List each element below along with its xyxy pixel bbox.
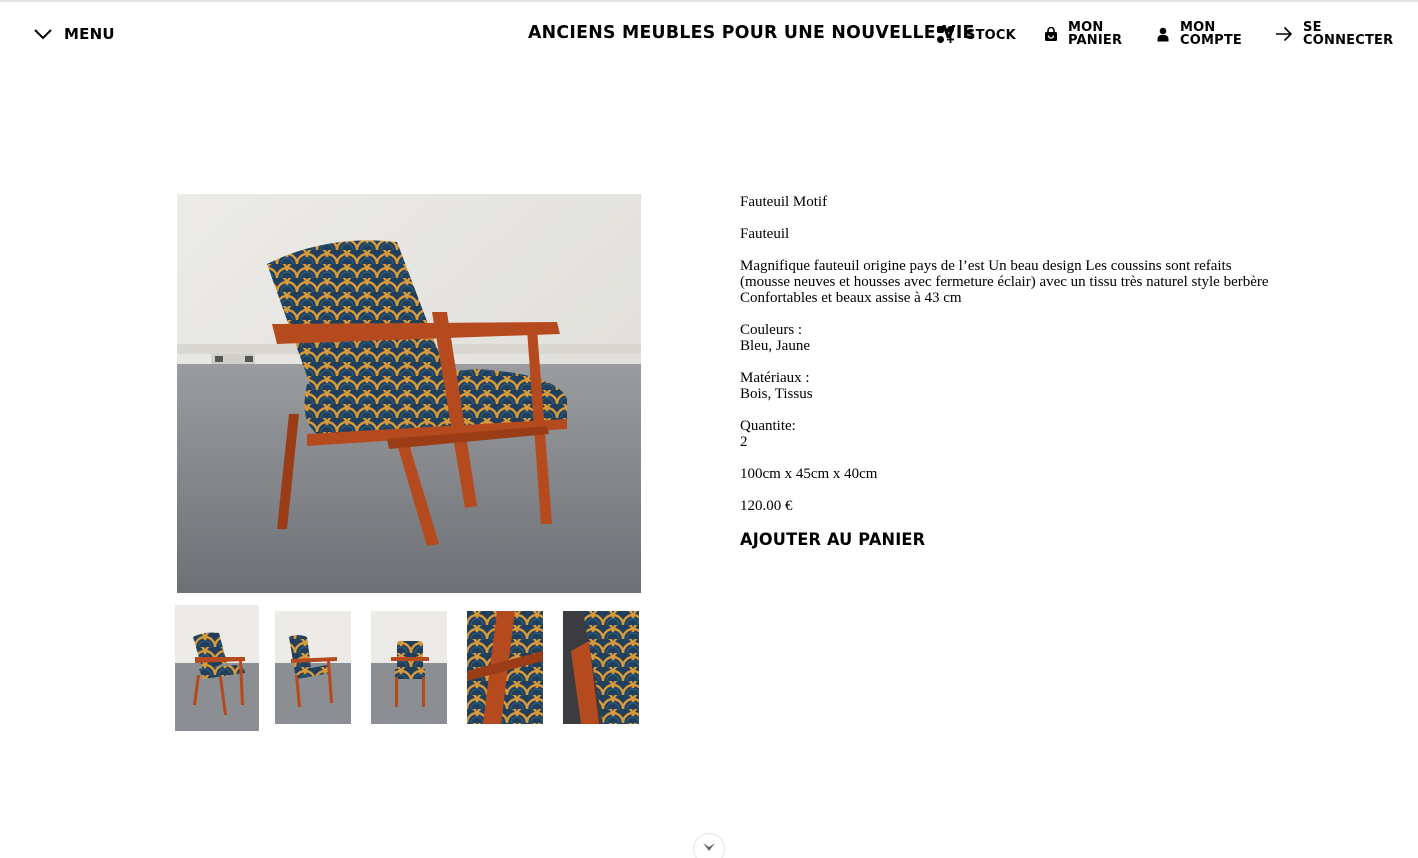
product-thumbnail-1[interactable] bbox=[175, 605, 259, 731]
product-thumbnail-3[interactable] bbox=[371, 611, 447, 724]
product-colors: Couleurs : Bleu, Jaune bbox=[740, 322, 1270, 354]
nav-cart-label-line2: PANIER bbox=[1068, 33, 1123, 48]
shopping-bag-icon bbox=[1045, 26, 1057, 41]
nav-account-label-line2: COMPTE bbox=[1180, 33, 1243, 48]
colors-value: Bleu, Jaune bbox=[740, 338, 810, 354]
user-icon bbox=[1157, 27, 1169, 41]
product-main-image[interactable] bbox=[177, 194, 641, 593]
product-dimensions: 100cm x 45cm x 40cm bbox=[740, 466, 878, 482]
product-category: Fauteuil bbox=[740, 226, 790, 242]
arrow-right-icon bbox=[1276, 26, 1293, 42]
site-title[interactable]: ANCIENS MEUBLES POUR UNE NOUVELLE VIE bbox=[528, 22, 975, 43]
product-thumbnail-4[interactable] bbox=[467, 611, 543, 724]
materials-label: Matériaux : bbox=[740, 370, 810, 386]
colors-label: Couleurs : bbox=[740, 322, 803, 338]
scroll-down-button[interactable] bbox=[693, 833, 725, 858]
nav-account[interactable]: MON COMPTE bbox=[1156, 21, 1242, 47]
nav-login-label-line2: CONNECTER bbox=[1303, 33, 1394, 48]
add-to-cart-button[interactable]: AJOUTER AU PANIER bbox=[740, 530, 925, 550]
quantity-value: 2 bbox=[740, 434, 748, 450]
product-quantity: Quantite: 2 bbox=[740, 418, 1270, 450]
menu-label: MENU bbox=[64, 24, 115, 43]
product-info: Fauteuil Motif Fauteuil Magnifique faute… bbox=[740, 194, 1270, 530]
nav-login[interactable]: SE CONNECTER bbox=[1275, 21, 1393, 47]
product-name: Fauteuil Motif bbox=[740, 194, 828, 210]
top-border bbox=[0, 0, 1418, 2]
product-description: Magnifique fauteuil origine pays de l’es… bbox=[740, 258, 1269, 306]
quantity-label: Quantite: bbox=[740, 418, 796, 434]
product-thumbnail-2[interactable] bbox=[275, 611, 351, 724]
nav-cart[interactable]: MON PANIER bbox=[1044, 21, 1122, 47]
menu-toggle[interactable]: MENU bbox=[33, 22, 115, 46]
nav-stock-label: STOCK bbox=[966, 27, 1016, 43]
chevron-down-icon bbox=[703, 843, 715, 851]
product-price: 120.00 € bbox=[740, 498, 793, 514]
grid-plus-icon bbox=[937, 26, 954, 43]
product-thumbnail-5[interactable] bbox=[563, 611, 639, 724]
chevron-down-icon bbox=[34, 29, 52, 40]
materials-value: Bois, Tissus bbox=[740, 386, 813, 402]
product-materials: Matériaux : Bois, Tissus bbox=[740, 370, 1270, 402]
nav-stock[interactable]: STOCK bbox=[936, 25, 1016, 45]
